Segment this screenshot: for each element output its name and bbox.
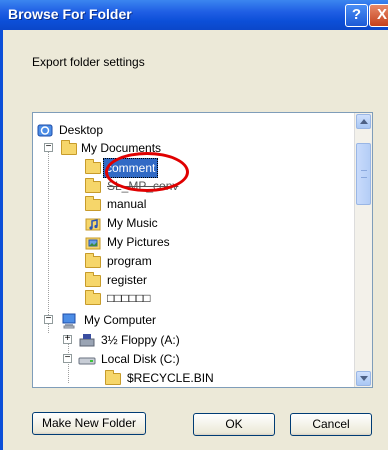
tree-guide-line	[68, 343, 69, 383]
folder-icon	[85, 253, 101, 268]
folder-icon	[105, 370, 121, 385]
tree-item-label: □□□□□□	[107, 291, 151, 305]
tree-vertical-scrollbar[interactable]	[354, 113, 372, 387]
ok-button[interactable]: OK	[193, 413, 275, 436]
music-folder-icon	[85, 218, 101, 231]
tree-guide-line	[48, 143, 49, 333]
folder-open-icon	[85, 159, 101, 174]
folder-icon	[85, 272, 101, 287]
dialog-description: Export folder settings	[32, 55, 145, 69]
tree-item-label: program	[107, 254, 152, 268]
folder-icon	[85, 196, 101, 211]
collapse-toggle[interactable]: −	[63, 353, 72, 363]
floppy-icon	[79, 334, 95, 347]
scroll-down-button[interactable]	[356, 371, 371, 386]
tree-item-label: Local Disk (C:)	[101, 352, 180, 366]
close-button[interactable]: X	[369, 4, 388, 27]
make-new-folder-button[interactable]: Make New Folder	[32, 412, 146, 435]
tree-item-label: manual	[107, 197, 147, 211]
tree-item-label: 3½ Floppy (A:)	[101, 333, 180, 347]
tree-item-label: My Music	[107, 216, 158, 230]
tree-item-label: Desktop	[59, 123, 104, 137]
browse-for-folder-dialog: Browse For Folder ? X Export folder sett…	[0, 0, 388, 450]
collapse-toggle[interactable]: −	[44, 142, 53, 152]
folder-icon	[85, 178, 101, 193]
dialog-title: Browse For Folder	[8, 6, 132, 22]
tree-item-label: My Pictures	[107, 235, 170, 249]
collapse-toggle[interactable]: −	[44, 314, 53, 324]
tree-item-label: register	[107, 273, 148, 287]
desktop-icon	[37, 124, 53, 137]
help-button[interactable]: ?	[345, 4, 368, 27]
annotation-circle	[105, 152, 189, 192]
folder-icon	[85, 290, 101, 305]
folder-open-icon	[61, 140, 77, 155]
cancel-button[interactable]: Cancel	[290, 413, 372, 436]
scroll-thumb[interactable]	[356, 143, 371, 205]
disk-icon	[78, 357, 96, 365]
tree-item-label: My Computer	[84, 313, 157, 327]
scroll-up-button[interactable]	[356, 114, 371, 129]
pictures-folder-icon	[85, 237, 101, 250]
computer-icon	[62, 313, 76, 329]
title-bar: Browse For Folder ? X	[0, 0, 388, 30]
tree-item-label: $RECYCLE.BIN	[127, 371, 214, 385]
folder-tree[interactable]: Desktop − My Documents comment SL_MP_con…	[32, 112, 373, 388]
expand-toggle[interactable]: +	[63, 334, 72, 344]
